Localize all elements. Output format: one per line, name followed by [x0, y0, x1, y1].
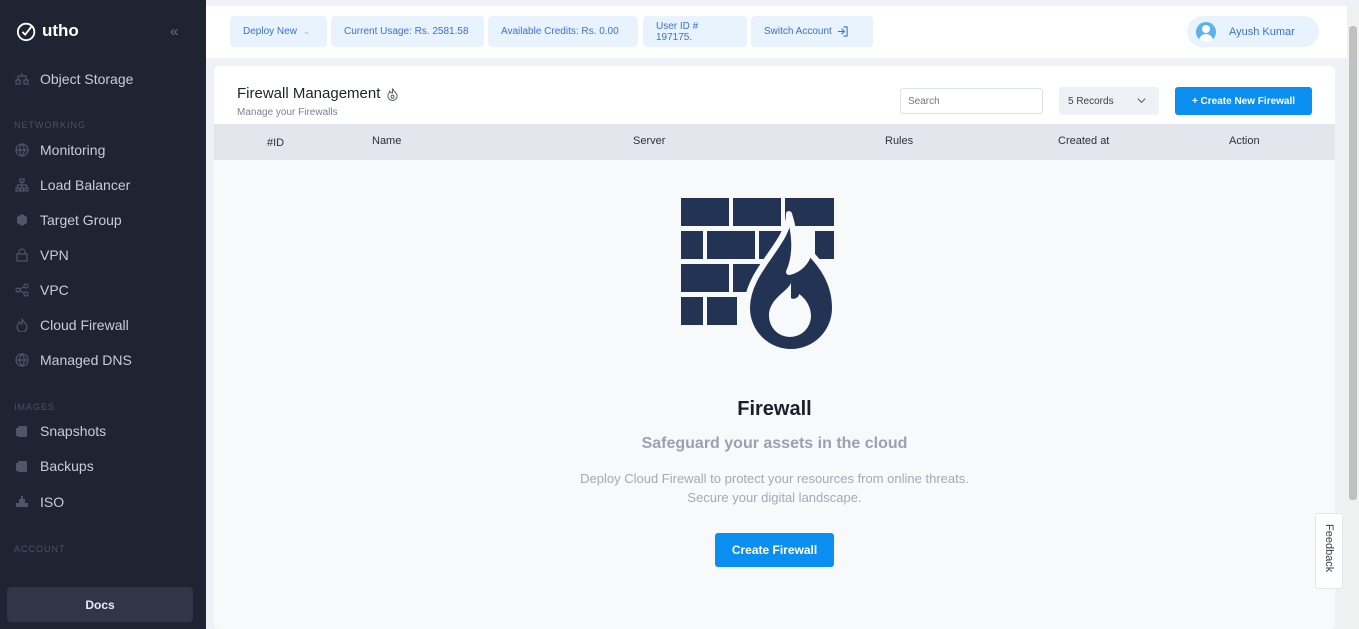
- create-new-firewall-button[interactable]: + Create New Firewall: [1175, 87, 1312, 115]
- topbar: Deploy New ⌄ Current Usage: Rs. 2581.58 …: [206, 6, 1347, 58]
- brand-name: utho: [42, 21, 79, 40]
- sidebar-item-vpc[interactable]: VPC: [0, 275, 206, 305]
- page-scrollbar[interactable]: [1347, 6, 1359, 629]
- current-usage-text: Current Usage: Rs. 2581.58: [344, 26, 469, 37]
- column-created-at[interactable]: Created at: [1058, 135, 1109, 147]
- sidebar-item-iso[interactable]: ISO: [0, 487, 206, 517]
- column-rules[interactable]: Rules: [885, 135, 913, 147]
- sidebar-item-cloud-firewall[interactable]: Cloud Firewall: [0, 310, 206, 340]
- sidebar-item-managed-dns[interactable]: Managed DNS: [0, 345, 206, 375]
- sidebar-item-label: Object Storage: [40, 71, 134, 87]
- sitemap-icon: [15, 178, 29, 192]
- sidebar-item-label: VPN: [40, 247, 69, 263]
- empty-state-subtitle: Safeguard your assets in the cloud: [641, 435, 908, 452]
- section-networking: NETWORKING: [14, 120, 86, 130]
- sidebar-item-label: Load Balancer: [40, 177, 131, 193]
- column-name[interactable]: Name: [372, 135, 401, 147]
- feedback-tab[interactable]: Feedback: [1315, 513, 1343, 589]
- copy-icon: [15, 459, 29, 473]
- page-subtitle: Manage your Firewalls: [237, 107, 338, 118]
- avatar: [1196, 21, 1216, 42]
- share-icon: [15, 283, 29, 297]
- records-select-value: 5 Records: [1068, 95, 1114, 107]
- user-name: Ayush Kumar: [1229, 25, 1295, 38]
- sidebar-item-snapshots[interactable]: Snapshots: [0, 416, 206, 446]
- sidebar-item-label: ISO: [40, 494, 65, 510]
- sidebar-item-label: Backups: [40, 458, 94, 474]
- sidebar-item-load-balancer[interactable]: Load Balancer: [0, 170, 206, 200]
- page-title-text: Firewall Management: [237, 85, 381, 102]
- card-header: Firewall Management Manage your Firewall…: [214, 66, 1335, 124]
- collapse-sidebar-icon[interactable]: «: [170, 23, 178, 40]
- page-title: Firewall Management: [237, 85, 399, 102]
- available-credits-text: Available Credits: Rs. 0.00: [501, 26, 619, 37]
- empty-state-description: Deploy Cloud Firewall to protect your re…: [214, 469, 1335, 507]
- sidebar-item-target-group[interactable]: Target Group: [0, 205, 206, 235]
- table-header: #ID Name Server Rules Created at Action: [214, 124, 1335, 160]
- flame-icon: [387, 87, 399, 101]
- records-per-page-select[interactable]: 5 Records: [1059, 87, 1159, 115]
- section-images: IMAGES: [14, 402, 56, 412]
- target-icon: [15, 213, 29, 227]
- empty-state-description-line1: Deploy Cloud Firewall to protect your re…: [580, 471, 969, 486]
- column-id[interactable]: #ID: [267, 137, 284, 149]
- search-input[interactable]: [900, 88, 1043, 114]
- sidebar-item-label: Target Group: [40, 212, 122, 228]
- sidebar-item-vpn[interactable]: VPN: [0, 240, 206, 270]
- user-menu[interactable]: Ayush Kumar: [1187, 16, 1319, 47]
- switch-account-button[interactable]: Switch Account: [751, 16, 873, 47]
- chevron-down-icon: [1137, 98, 1146, 104]
- firewall-card: Firewall Management Manage your Firewall…: [214, 66, 1335, 629]
- sidebar-item-monitoring[interactable]: Monitoring: [0, 135, 206, 165]
- section-account: ACCOUNT: [14, 544, 66, 554]
- firewall-illustration: [681, 198, 838, 355]
- chevron-down-icon: ⌄: [302, 26, 311, 36]
- empty-state-title: Firewall: [737, 398, 812, 420]
- switch-account-label: Switch Account: [764, 26, 832, 37]
- sidebar-item-backups[interactable]: Backups: [0, 451, 206, 481]
- feedback-label: Feedback: [1323, 524, 1335, 573]
- globe-icon: [15, 353, 29, 367]
- deploy-new-label: Deploy New: [243, 26, 297, 37]
- sidebar-item-label: VPC: [40, 282, 69, 298]
- sidebar-item-label: Monitoring: [40, 142, 106, 158]
- lock-icon: [15, 248, 29, 262]
- user-id-text: User ID # 197175.: [656, 20, 699, 43]
- sidebar-item-label: Cloud Firewall: [40, 317, 129, 333]
- sidebar-item-label: Snapshots: [40, 423, 107, 439]
- sidebar: utho « Object Storage NETWORKING Monitor…: [0, 0, 206, 629]
- sign-in-icon: [837, 26, 848, 37]
- logo-check-icon: [16, 22, 36, 42]
- column-server[interactable]: Server: [633, 135, 665, 147]
- create-firewall-button[interactable]: Create Firewall: [715, 533, 834, 567]
- available-credits-badge[interactable]: Available Credits: Rs. 0.00: [488, 16, 638, 47]
- deploy-new-dropdown[interactable]: Deploy New ⌄: [230, 16, 327, 47]
- column-action[interactable]: Action: [1229, 135, 1260, 147]
- sidebar-item-object-storage[interactable]: Object Storage: [0, 64, 206, 94]
- docs-button[interactable]: Docs: [7, 587, 193, 622]
- user-id-badge: User ID # 197175.: [643, 16, 747, 47]
- sidebar-item-label: Managed DNS: [40, 352, 132, 368]
- globe-icon: [15, 143, 29, 157]
- brand-logo[interactable]: utho: [16, 20, 79, 42]
- scrollbar-thumb[interactable]: [1349, 26, 1357, 500]
- current-usage-badge[interactable]: Current Usage: Rs. 2581.58: [331, 16, 484, 47]
- flame-icon: [15, 318, 29, 332]
- copy-icon: [15, 424, 29, 438]
- storage-icon: [15, 72, 29, 86]
- empty-state-description-line2: Secure your digital landscape.: [687, 490, 862, 505]
- disc-icon: [15, 495, 29, 509]
